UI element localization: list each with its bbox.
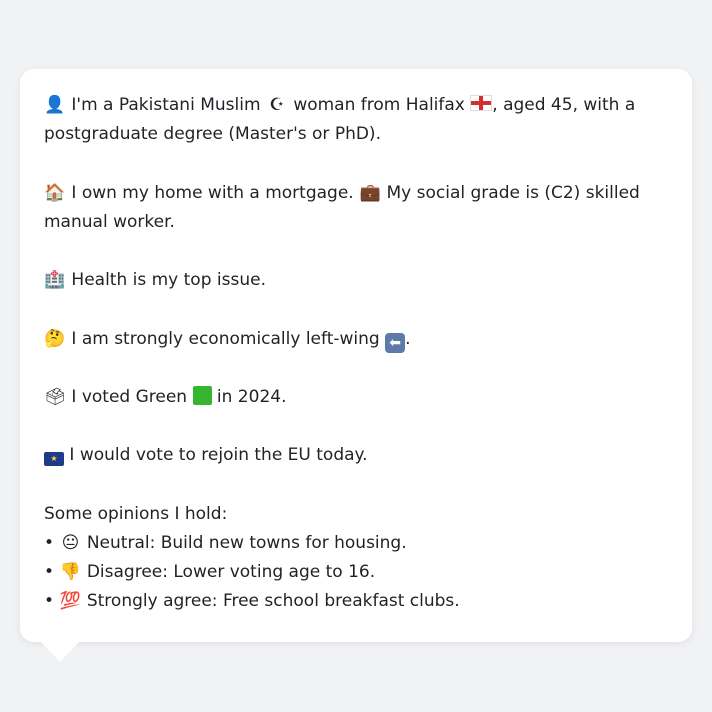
health-line: 🏥 Health is my top issue. (44, 266, 668, 295)
left-arrow-icon: ⬅ (385, 332, 406, 353)
crescent-icon: ☪ (269, 95, 285, 115)
home-paragraph: 🏠 I own my home with a mortgage. 💼 My so… (44, 179, 668, 237)
bubble-tail (40, 641, 80, 662)
hospital-icon: 🏥 (44, 270, 66, 291)
identity-text-c: , aged 45, with a (492, 95, 636, 115)
identity-paragraph: 👤 I'm a Pakistani Muslim ☪ woman from Ha… (44, 91, 668, 149)
opinion-text: Disagree: Lower voting age to 16. (86, 562, 376, 583)
opinion-item: • 👎 Disagree: Lower voting age to 16. (44, 558, 668, 587)
home-line-1: 🏠 I own my home with a mortgage. 💼 My so… (44, 179, 668, 208)
thumbs-down-icon: 👎 (59, 562, 82, 583)
message-bubble: 👤 I'm a Pakistani Muslim ☪ woman from Ha… (20, 69, 692, 642)
hundred-points-icon: 💯 (59, 591, 82, 612)
economics-line: 🤔 I am strongly economically left-wing ⬅… (44, 325, 668, 354)
opinion-item: • 😐 Neutral: Build new towns for housing… (44, 529, 668, 558)
identity-line-1: 👤 I'm a Pakistani Muslim ☪ woman from Ha… (44, 91, 668, 120)
opinions-heading: Some opinions I hold: (44, 503, 228, 524)
economics-period: . (405, 328, 411, 349)
house-icon: 🏠 (44, 182, 66, 203)
green-square-icon (192, 385, 212, 405)
economics-text: I am strongly economically left-wing (71, 328, 380, 349)
opinion-bullet: • (44, 591, 55, 612)
opinion-text: Strongly agree: Free school breakfast cl… (86, 591, 460, 612)
england-flag-icon (470, 95, 493, 111)
vote-paragraph: 🗳 I voted Green in 2024. (44, 383, 668, 412)
person-icon: 👤 (44, 95, 66, 115)
eu-flag-icon: ★ (44, 452, 64, 467)
home-line-2: manual worker. (44, 211, 175, 232)
ballot-box-icon: 🗳 (44, 386, 66, 407)
identity-line-2: postgraduate degree (Master's or PhD). (44, 124, 381, 145)
eu-line: ★ I would vote to rejoin the EU today. (44, 441, 668, 470)
home-text: I own my home with a mortgage. (71, 182, 354, 203)
vote-text: I voted Green (71, 386, 188, 407)
health-text: Health is my top issue. (71, 270, 266, 291)
social-grade-text: My social grade is (C2) skilled (386, 182, 640, 203)
opinion-bullet: • (44, 562, 55, 583)
vote-line: 🗳 I voted Green in 2024. (44, 383, 668, 412)
thinking-face-icon: 🤔 (44, 328, 66, 349)
health-paragraph: 🏥 Health is my top issue. (44, 266, 668, 295)
identity-text-a: I'm a Pakistani Muslim (71, 95, 261, 115)
eu-paragraph: ★ I would vote to rejoin the EU today. (44, 441, 668, 470)
neutral-face-icon: 😐 (61, 532, 80, 553)
opinion-item: • 💯 Strongly agree: Free school breakfas… (44, 587, 668, 616)
opinion-text: Neutral: Build new towns for housing. (86, 532, 407, 553)
economics-paragraph: 🤔 I am strongly economically left-wing ⬅… (44, 325, 668, 354)
vote-year-text: in 2024. (216, 386, 287, 407)
eu-text: I would vote to rejoin the EU today. (69, 445, 368, 466)
opinion-bullet: • (44, 532, 55, 553)
identity-text-b: woman from Halifax (293, 95, 465, 115)
opinions-paragraph: Some opinions I hold: • 😐 Neutral: Build… (44, 500, 668, 617)
briefcase-icon: 💼 (359, 182, 381, 203)
